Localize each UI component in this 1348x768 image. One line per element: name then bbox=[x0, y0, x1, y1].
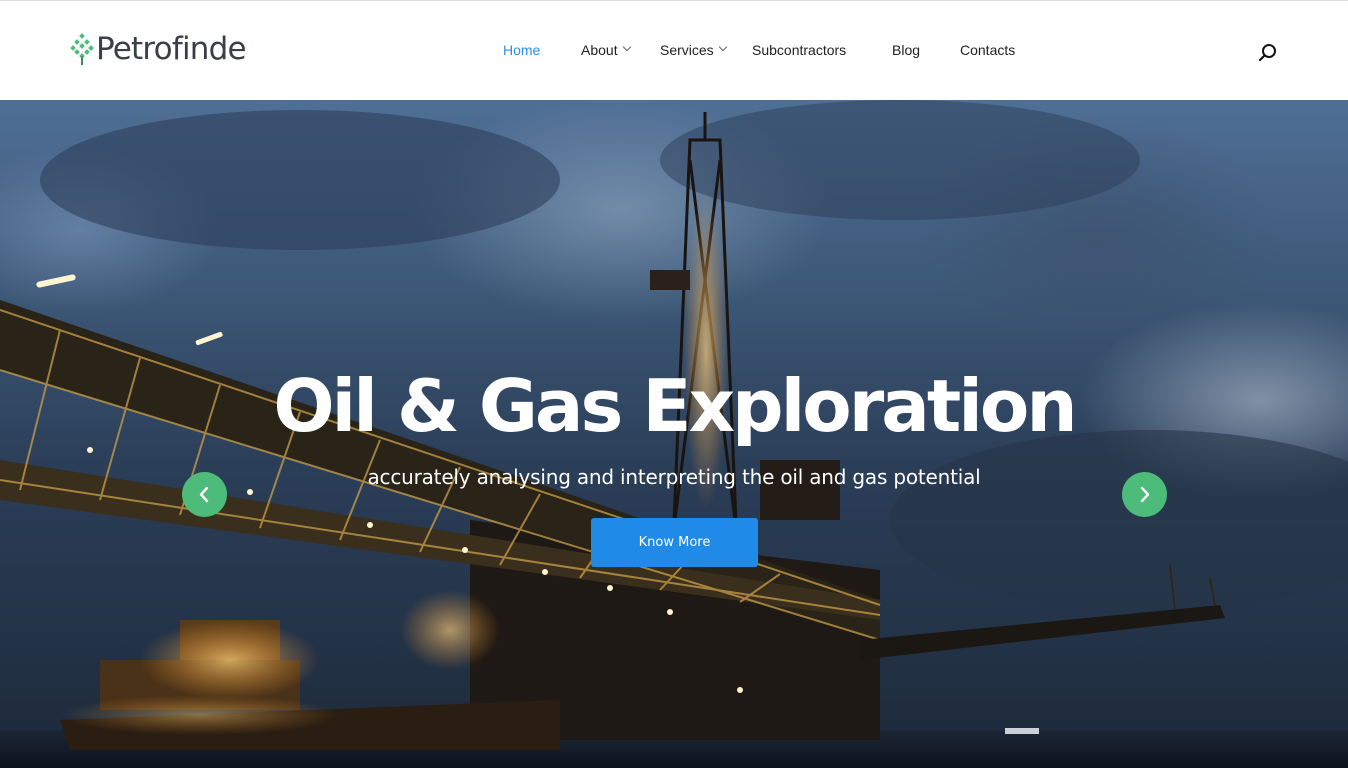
slider-next-button[interactable] bbox=[1122, 472, 1167, 517]
chevron-down-icon bbox=[622, 42, 631, 52]
nav-contacts[interactable]: Contacts bbox=[960, 41, 1015, 59]
chevron-left-icon bbox=[199, 486, 209, 503]
nav-blog[interactable]: Blog bbox=[892, 41, 920, 59]
know-more-button[interactable]: Know More bbox=[591, 518, 758, 567]
chevron-down-icon bbox=[718, 42, 727, 52]
nav-services-label: Services bbox=[660, 42, 714, 58]
nav-home-label: Home bbox=[503, 42, 541, 58]
chevron-right-icon bbox=[1140, 486, 1150, 503]
nav-about[interactable]: About bbox=[581, 41, 631, 59]
site-header: Petrofinde Home About Services Subcontra… bbox=[0, 0, 1348, 100]
nav-subcontractors[interactable]: Subcontractors bbox=[752, 41, 846, 59]
hero-title: Oil & Gas Exploration bbox=[273, 364, 1077, 448]
nav-services[interactable]: Services bbox=[660, 41, 727, 59]
search-icon[interactable] bbox=[1258, 43, 1278, 63]
slider-prev-button[interactable] bbox=[182, 472, 227, 517]
nav-contacts-label: Contacts bbox=[960, 42, 1016, 58]
hero-slider: Oil & Gas Exploration accurately analysi… bbox=[0, 100, 1348, 768]
nav-subcontractors-label: Subcontractors bbox=[752, 42, 847, 58]
nav-blog-label: Blog bbox=[892, 42, 921, 58]
main-nav: Home About Services Subcontractors Blog … bbox=[0, 1, 1348, 101]
nav-about-label: About bbox=[581, 42, 618, 58]
nav-home[interactable]: Home bbox=[503, 41, 540, 59]
